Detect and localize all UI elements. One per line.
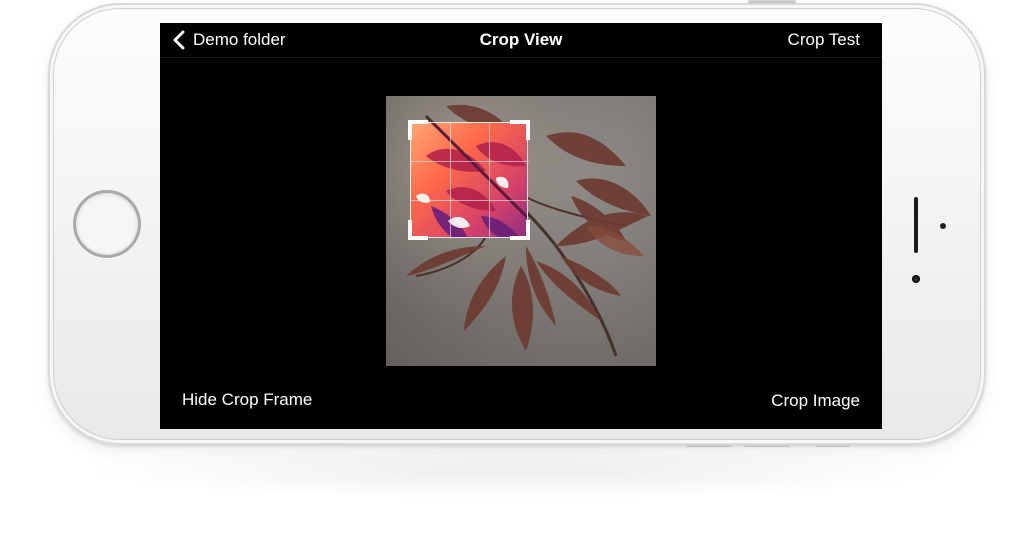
crop-image-button[interactable]: Crop Image <box>771 391 860 411</box>
hide-crop-frame-button[interactable]: Hide Crop Frame <box>182 390 312 410</box>
mute-switch <box>816 443 850 447</box>
front-camera <box>940 223 946 229</box>
crop-preview-image <box>410 122 528 238</box>
back-button[interactable]: Demo folder <box>172 27 286 53</box>
device-mockup: Demo folder Crop View Crop Test Hide Cro… <box>0 0 1036 540</box>
earpiece-speaker <box>914 197 918 253</box>
volume-button <box>686 443 732 447</box>
crop-test-button[interactable]: Crop Test <box>788 30 860 50</box>
navigation-bar: Demo folder Crop View Crop Test <box>160 23 882 58</box>
proximity-sensor <box>912 275 920 283</box>
power-button <box>748 0 796 3</box>
crop-frame[interactable] <box>410 122 528 238</box>
crop-preview <box>410 122 528 238</box>
volume-button <box>744 443 790 447</box>
chevron-left-icon <box>173 30 185 50</box>
home-button[interactable] <box>73 190 141 258</box>
back-button-label: Demo folder <box>193 30 286 49</box>
photo-canvas <box>386 96 656 366</box>
app-screen: Demo folder Crop View Crop Test Hide Cro… <box>160 23 882 429</box>
device-shadow <box>80 440 960 500</box>
